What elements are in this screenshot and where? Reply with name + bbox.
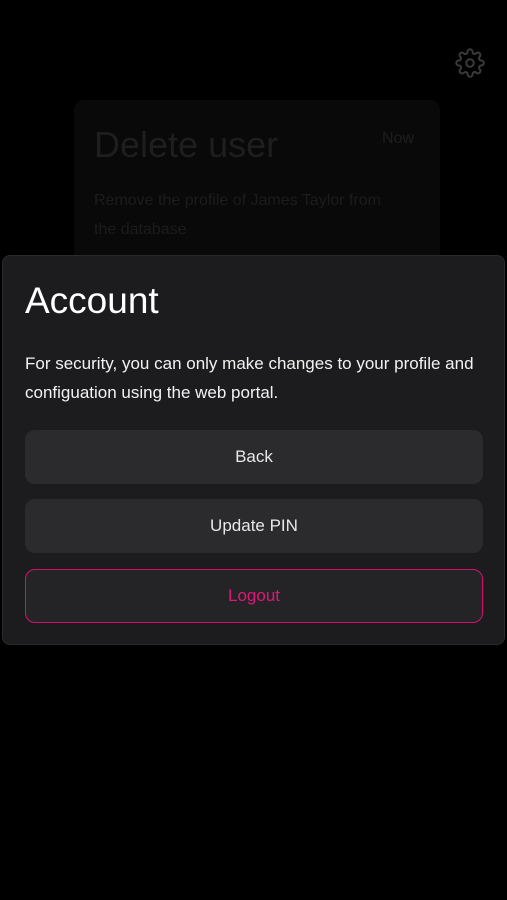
notification-title: Delete user	[94, 124, 279, 165]
screen: Delete user Now Remove the profile of Ja…	[0, 0, 507, 900]
sheet-message: For security, you can only make changes …	[25, 354, 474, 402]
account-sheet: Account For security, you can only make …	[2, 255, 505, 645]
logout-button[interactable]: Logout	[25, 569, 483, 623]
notification-time: Now	[381, 130, 414, 147]
sheet-title: Account	[25, 280, 159, 321]
back-button[interactable]: Back	[25, 430, 483, 484]
update-pin-button[interactable]: Update PIN	[25, 499, 483, 553]
settings-gear-icon[interactable]	[455, 48, 485, 78]
notification-card: Delete user Now Remove the profile of Ja…	[74, 100, 440, 270]
notification-description: Remove the profile of James Taylor from …	[94, 192, 381, 238]
